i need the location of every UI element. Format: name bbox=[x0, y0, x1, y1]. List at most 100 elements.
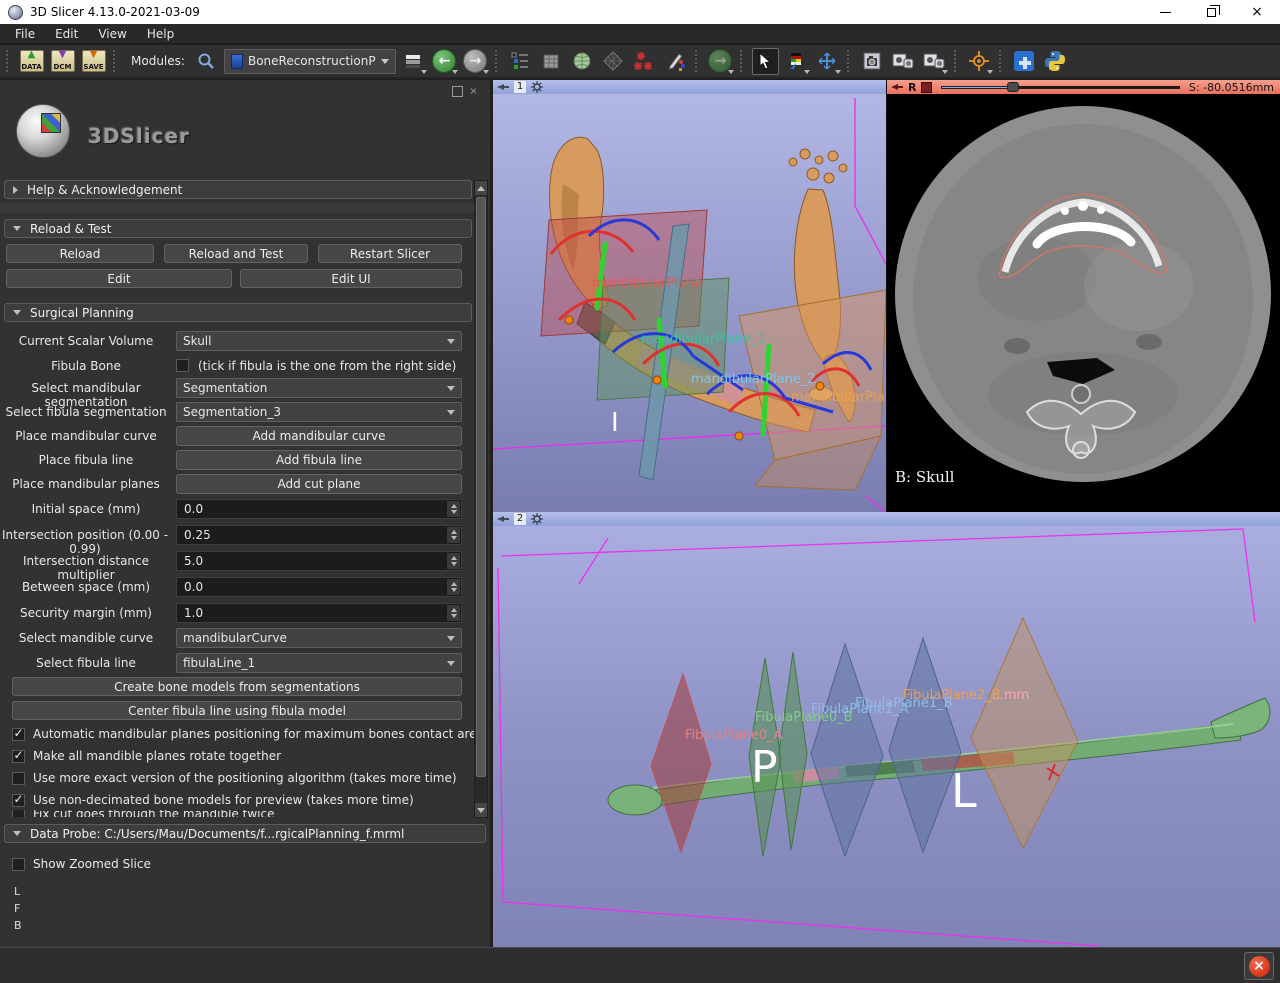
data-probe-header[interactable]: Data Probe: C:/Users/Mau/Documents/f...r… bbox=[4, 824, 486, 843]
slice-menu-icon[interactable] bbox=[921, 82, 932, 93]
annotations-icon[interactable] bbox=[662, 48, 689, 75]
error-icon: × bbox=[1249, 956, 1270, 977]
crosshair-icon[interactable] bbox=[966, 48, 993, 75]
current-scalar-volume-combo[interactable]: Skull bbox=[176, 331, 462, 351]
error-log-button[interactable]: × bbox=[1244, 952, 1274, 980]
reload-section-header[interactable]: Reload & Test bbox=[4, 219, 472, 238]
toolbar-grip[interactable] bbox=[695, 50, 701, 72]
rotate-together-checkbox[interactable] bbox=[12, 750, 25, 763]
segmentation-icon[interactable] bbox=[569, 48, 596, 75]
help-section-header[interactable]: Help & Acknowledgement bbox=[4, 180, 472, 199]
toolbar-grip[interactable] bbox=[6, 50, 12, 72]
view-menu-icon[interactable] bbox=[531, 513, 543, 525]
show-zoomed-slice-checkbox[interactable] bbox=[12, 858, 25, 871]
clipped-checkbox[interactable] bbox=[12, 810, 25, 817]
volume-rendering-icon[interactable] bbox=[600, 48, 627, 75]
toolbar-grip[interactable] bbox=[113, 50, 119, 72]
toolbar-grip[interactable] bbox=[495, 50, 501, 72]
fibula-segmentation-combo[interactable]: Segmentation_3 bbox=[176, 402, 462, 422]
view-menu-icon[interactable] bbox=[531, 81, 543, 93]
menu-file[interactable]: File bbox=[6, 25, 44, 43]
slice-offset-slider[interactable] bbox=[941, 82, 1179, 92]
extensions-manager-icon[interactable] bbox=[1011, 48, 1038, 75]
pin-icon[interactable] bbox=[891, 83, 903, 91]
restart-slicer-button[interactable]: Restart Slicer bbox=[318, 244, 462, 263]
intersection-position-spinbox[interactable]: 0.25 bbox=[176, 525, 462, 545]
chevron-down-icon bbox=[447, 386, 455, 391]
transform-icon[interactable] bbox=[814, 48, 841, 75]
reload-button[interactable]: Reload bbox=[6, 244, 154, 263]
exact-version-checkbox[interactable] bbox=[12, 772, 25, 785]
checkbox-label: Use non-decimated bone models for previe… bbox=[33, 793, 414, 807]
slicer-app-icon bbox=[8, 5, 23, 20]
minimize-button[interactable] bbox=[1142, 0, 1188, 24]
surgical-planning-header[interactable]: Surgical Planning bbox=[4, 303, 472, 322]
screenshot-icon[interactable] bbox=[859, 48, 886, 75]
module-forward-button[interactable]: → bbox=[462, 48, 489, 75]
mandibular-segmentation-combo[interactable]: Segmentation bbox=[176, 378, 462, 398]
menu-help[interactable]: Help bbox=[138, 25, 183, 43]
apply-arrow-icon[interactable]: → bbox=[707, 48, 734, 75]
scroll-up-button[interactable] bbox=[475, 181, 487, 195]
threed-view-1[interactable]: 1 bbox=[493, 80, 886, 512]
save-button[interactable]: ▼SAVE bbox=[80, 48, 107, 75]
window-level-icon[interactable] bbox=[783, 48, 810, 75]
reload-and-test-button[interactable]: Reload and Test bbox=[164, 244, 308, 263]
module-search-icon[interactable] bbox=[193, 48, 220, 75]
field-label: Select mandible curve bbox=[0, 631, 172, 645]
help-body-strip bbox=[0, 203, 486, 213]
module-selector-combo[interactable]: BoneReconstructionPlanner bbox=[224, 49, 396, 74]
mandibular-plane-label: mandibularPlane_2 bbox=[691, 372, 816, 387]
scroll-down-button[interactable] bbox=[475, 803, 487, 817]
toolbar-grip[interactable] bbox=[740, 50, 746, 72]
module-history-icon[interactable] bbox=[400, 48, 427, 75]
fibula-3d-scene[interactable] bbox=[493, 526, 1280, 947]
toolbar-grip[interactable] bbox=[999, 50, 1005, 72]
load-data-button[interactable]: ▲DATA bbox=[18, 48, 45, 75]
auto-positioning-checkbox[interactable] bbox=[12, 728, 25, 741]
security-margin-spinbox[interactable]: 1.0 bbox=[176, 603, 462, 623]
field-label: Between space (mm) bbox=[0, 580, 172, 594]
scrollbar-thumb[interactable] bbox=[476, 197, 486, 777]
close-button[interactable]: × bbox=[1234, 0, 1280, 24]
panel-close-icon[interactable]: × bbox=[468, 86, 479, 97]
toolbar-grip[interactable] bbox=[954, 50, 960, 72]
python-console-icon[interactable] bbox=[1042, 48, 1069, 75]
toolbar-grip[interactable] bbox=[847, 50, 853, 72]
fibula-bone-checkbox[interactable] bbox=[176, 359, 189, 372]
initial-space-spinbox[interactable]: 0.0 bbox=[176, 499, 462, 519]
add-mandibular-curve-button[interactable]: Add mandibular curve bbox=[176, 426, 462, 446]
non-decimated-checkbox[interactable] bbox=[12, 794, 25, 807]
dicom-button[interactable]: ▼DCM bbox=[49, 48, 76, 75]
add-cut-plane-button[interactable]: Add cut plane bbox=[176, 474, 462, 494]
add-fibula-line-button[interactable]: Add fibula line bbox=[176, 450, 462, 470]
module-back-button[interactable]: ← bbox=[431, 48, 458, 75]
markups-icon[interactable] bbox=[631, 48, 658, 75]
red-slice-view[interactable]: R S: -80.0516mm B: Skull bbox=[887, 80, 1280, 512]
subject-hierarchy-icon[interactable] bbox=[507, 48, 534, 75]
mouse-interaction-icon[interactable] bbox=[752, 48, 779, 75]
scene-view-restore-icon[interactable] bbox=[921, 48, 948, 75]
menu-view[interactable]: View bbox=[89, 25, 135, 43]
crop-volume-icon[interactable] bbox=[538, 48, 565, 75]
scene-view-record-icon[interactable] bbox=[890, 48, 917, 75]
create-bone-models-button[interactable]: Create bone models from segmentations bbox=[12, 677, 462, 696]
pin-icon[interactable] bbox=[497, 83, 509, 91]
axial-ct-slice[interactable] bbox=[887, 94, 1280, 512]
mandible-curve-combo[interactable]: mandibularCurve bbox=[176, 628, 462, 648]
threed-view-2[interactable]: 2 bbox=[493, 512, 1280, 947]
spin-value: 1.0 bbox=[184, 606, 203, 620]
edit-button[interactable]: Edit bbox=[6, 269, 232, 288]
pin-icon[interactable] bbox=[497, 515, 509, 523]
intersection-distance-spinbox[interactable]: 5.0 bbox=[176, 551, 462, 571]
edit-ui-button[interactable]: Edit UI bbox=[240, 269, 462, 288]
center-fibula-line-button[interactable]: Center fibula line using fibula model bbox=[12, 701, 462, 720]
menu-edit[interactable]: Edit bbox=[46, 25, 87, 43]
fibula-line-combo[interactable]: fibulaLine_1 bbox=[176, 653, 462, 673]
slider-handle[interactable] bbox=[1007, 82, 1019, 92]
restore-button[interactable] bbox=[1188, 0, 1234, 24]
mandible-3d-scene[interactable] bbox=[493, 94, 886, 512]
between-space-spinbox[interactable]: 0.0 bbox=[176, 577, 462, 597]
panel-popup-icon[interactable] bbox=[452, 86, 463, 97]
panel-scrollbar[interactable] bbox=[474, 180, 488, 818]
